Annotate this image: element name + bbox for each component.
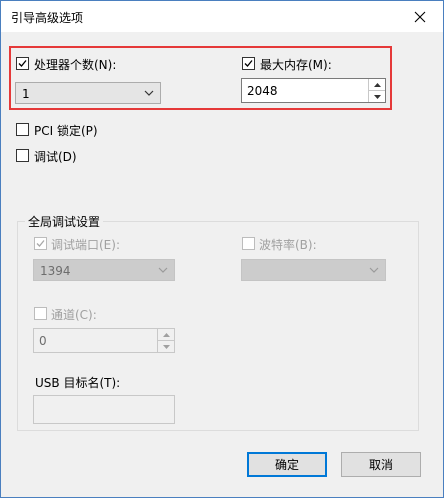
max-memory-value: 2048 [247, 84, 278, 98]
channel-label: 通道(C): [51, 308, 97, 322]
spin-up-button[interactable] [369, 79, 385, 91]
baud-rate-checkbox[interactable] [242, 237, 255, 250]
processor-count-checkbox[interactable] [16, 57, 29, 70]
spin-buttons [157, 329, 174, 352]
spin-down-button[interactable] [158, 341, 174, 352]
channel-value: 0 [39, 334, 47, 348]
spin-buttons [368, 79, 385, 102]
debug-label: 调试(D) [34, 150, 77, 164]
arrow-down-icon [162, 344, 170, 349]
global-debug-title: 全局调试设置 [25, 213, 104, 230]
close-button[interactable] [397, 1, 443, 32]
debug-port-select[interactable]: 1394 [33, 259, 175, 281]
check-icon [18, 60, 27, 67]
max-memory-label: 最大内存(M): [260, 58, 332, 72]
processor-count-value: 1 [22, 87, 30, 101]
processor-count-select[interactable]: 1 [15, 82, 161, 104]
check-icon [36, 240, 45, 247]
baud-rate-label: 波特率(B): [259, 238, 317, 252]
pci-lock-label: PCI 锁定(P) [34, 124, 98, 138]
usb-target-input[interactable] [33, 395, 175, 424]
check-icon [244, 60, 253, 67]
ok-button[interactable]: 确定 [247, 452, 327, 477]
debug-port-value: 1394 [40, 264, 71, 278]
channel-checkbox[interactable] [34, 307, 47, 320]
window-title: 引导高级选项 [11, 11, 84, 25]
debug-port-checkbox[interactable] [34, 237, 47, 250]
title-bar: 引导高级选项 [1, 1, 443, 32]
channel-spinbox[interactable]: 0 [33, 328, 175, 353]
chevron-down-icon [369, 267, 379, 273]
spin-up-button[interactable] [158, 329, 174, 341]
arrow-up-icon [373, 82, 381, 87]
chevron-down-icon [158, 267, 168, 273]
max-memory-checkbox[interactable] [242, 57, 255, 70]
baud-rate-select[interactable] [241, 259, 386, 281]
processor-count-label: 处理器个数(N): [34, 58, 117, 72]
chevron-down-icon [144, 90, 154, 96]
arrow-up-icon [162, 332, 170, 337]
advanced-boot-options-dialog: 引导高级选项 处理器个数(N): 1 最大内存(M): 2048 PCI 锁定(… [0, 0, 444, 498]
usb-target-label: USB 目标名(T): [35, 376, 121, 390]
debug-checkbox[interactable] [16, 149, 29, 162]
max-memory-spinbox[interactable]: 2048 [241, 78, 386, 103]
arrow-down-icon [373, 94, 381, 99]
debug-port-label: 调试端口(E): [51, 238, 120, 252]
spin-down-button[interactable] [369, 91, 385, 102]
pci-lock-checkbox[interactable] [16, 123, 29, 136]
close-icon [414, 11, 426, 22]
cancel-button[interactable]: 取消 [341, 452, 421, 477]
